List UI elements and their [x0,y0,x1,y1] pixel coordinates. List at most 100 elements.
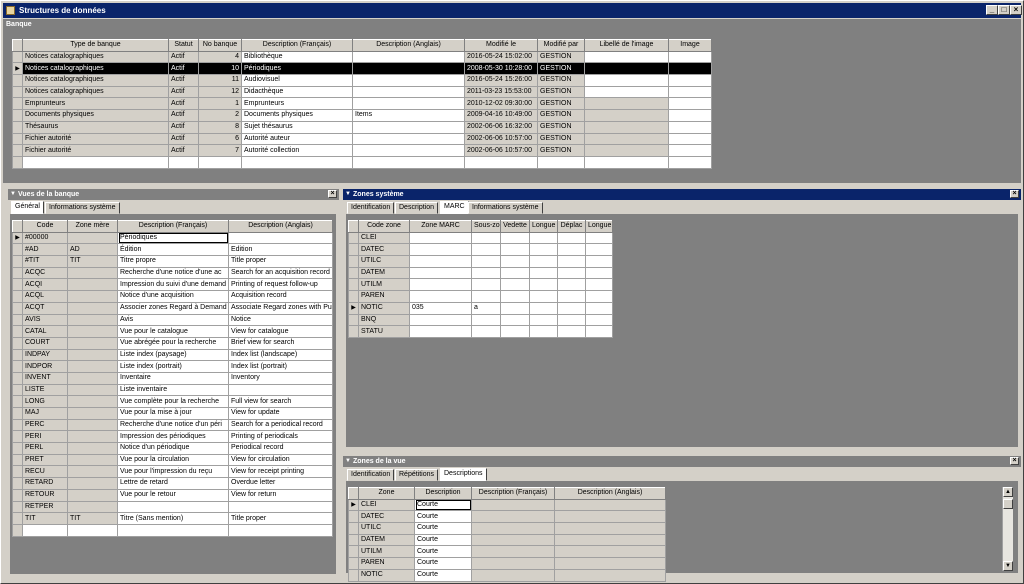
table-row[interactable]: ▶ CLEI Courte [348,498,666,512]
table-row[interactable]: PAREN [348,290,613,303]
table-cell[interactable] [67,360,118,373]
table-cell[interactable] [557,290,586,303]
table-cell[interactable] [554,568,666,582]
table-row[interactable]: LISTE Liste inventaire [12,383,333,397]
table-cell[interactable]: Actif [168,50,199,64]
table-cell[interactable]: MAJ [22,407,68,420]
table-cell[interactable]: ACQC [22,266,68,280]
table-cell[interactable] [668,120,712,134]
table-cell[interactable] [471,510,555,524]
table-cell[interactable] [67,266,118,280]
row-indicator[interactable]: ▶ [348,498,359,512]
table-cell[interactable] [668,50,712,64]
row-indicator[interactable] [348,255,359,268]
row-indicator[interactable] [12,512,23,525]
table-cell[interactable] [557,243,586,257]
table-cell[interactable]: ACQT [22,301,68,315]
table-row[interactable]: ACQI Impression du suivi d'une demand Prin… [12,278,333,292]
table-cell[interactable] [537,155,585,169]
table-cell[interactable]: Vue pour le retour [117,488,229,502]
table-row[interactable]: STATU [348,325,613,338]
table-cell[interactable] [557,301,586,315]
row-indicator[interactable] [12,109,23,122]
table-cell[interactable] [584,155,669,169]
table-cell[interactable]: Items [352,109,465,122]
table-cell[interactable]: Liste index (portrait) [117,360,229,373]
table-cell[interactable]: AD [67,243,118,257]
table-cell[interactable]: RETARD [22,477,68,490]
table-cell[interactable]: GESTION [537,85,585,99]
table-cell[interactable]: View for catalogue [228,325,333,338]
row-indicator[interactable] [12,395,23,408]
table-cell[interactable] [409,278,472,292]
table-cell[interactable]: Courte [414,522,472,535]
table-cell[interactable] [22,523,68,537]
table-cell[interactable]: PERC [22,418,68,432]
table-cell[interactable]: Courte [414,568,472,582]
table-cell[interactable]: Overdue letter [228,477,333,490]
table-row[interactable]: Emprunteurs Actif 1 Emprunteurs 2010-12-02 0… [12,97,712,111]
table-row[interactable]: CLEI [348,231,613,245]
row-indicator[interactable] [348,545,359,559]
zones-vue-close-button[interactable]: × [1010,457,1019,465]
table-cell[interactable] [117,523,229,537]
table-cell[interactable] [668,85,712,99]
tab-identification[interactable]: Identification [347,202,395,214]
table-cell[interactable]: Sujet thésaurus [241,120,353,134]
table-cell[interactable] [500,243,530,257]
column-header[interactable]: Zone MARC [409,220,472,233]
zones-systeme-close-button[interactable]: × [1010,190,1019,198]
table-cell[interactable]: Printing of periodicals [228,430,333,444]
row-indicator[interactable] [348,243,359,257]
row-indicator[interactable] [12,313,23,327]
pin-icon[interactable]: ▼ [345,456,351,467]
table-cell[interactable] [67,301,118,315]
table-cell[interactable]: BNQ [358,313,410,327]
row-indicator[interactable] [348,313,359,327]
table-cell[interactable]: Autorité collection [241,144,353,157]
table-cell[interactable] [168,155,199,169]
table-cell[interactable]: Notice d'un périodique [117,442,229,455]
table-cell[interactable]: TIT [22,512,68,525]
tab-marc[interactable]: MARC [440,201,469,214]
table-cell[interactable]: Index list (landscape) [228,348,333,362]
table-cell[interactable] [668,155,712,169]
table-cell[interactable]: View for update [228,407,333,420]
table-cell[interactable]: GESTION [537,62,585,76]
table-cell[interactable] [500,290,530,303]
table-cell[interactable] [584,144,669,157]
table-cell[interactable]: 2016-05-24 15:26:00 [464,74,538,87]
table-cell[interactable]: Thésaurus [22,120,169,134]
table-cell[interactable]: Recherche d'une notice d'un péri [117,418,229,432]
table-cell[interactable] [67,290,118,303]
table-cell[interactable] [228,523,333,537]
table-cell[interactable]: 2008-05-30 10:28:00 [464,62,538,76]
column-header[interactable]: Code [22,220,68,233]
table-cell[interactable] [352,120,465,134]
table-cell[interactable]: Search for an acquisition record [228,266,333,280]
table-cell[interactable] [22,155,169,169]
table-cell[interactable] [585,255,613,268]
table-cell[interactable]: Bibliothèque [241,50,353,64]
table-cell[interactable]: Actif [168,97,199,111]
table-cell[interactable] [471,533,555,547]
table-cell[interactable] [67,418,118,432]
table-cell[interactable]: Actif [168,74,199,87]
row-indicator[interactable] [12,290,23,303]
table-cell[interactable] [464,155,538,169]
table-cell[interactable] [67,523,118,537]
table-cell[interactable] [471,522,555,535]
table-row[interactable]: PERI Impression des périodiques Printing o… [12,430,333,444]
table-cell[interactable]: Inventaire [117,371,229,385]
table-row[interactable] [12,523,333,537]
table-cell[interactable] [668,62,712,76]
table-cell[interactable]: ACQL [22,290,68,303]
table-cell[interactable] [352,74,465,87]
table-cell[interactable]: GESTION [537,74,585,87]
table-row[interactable]: ▶ NOTIC 035 a [348,301,613,315]
table-cell[interactable]: PRET [22,453,68,467]
table-cell[interactable] [352,62,465,76]
table-cell[interactable] [584,85,669,99]
scroll-thumb[interactable] [1003,499,1013,509]
table-cell[interactable]: View for return [228,488,333,502]
